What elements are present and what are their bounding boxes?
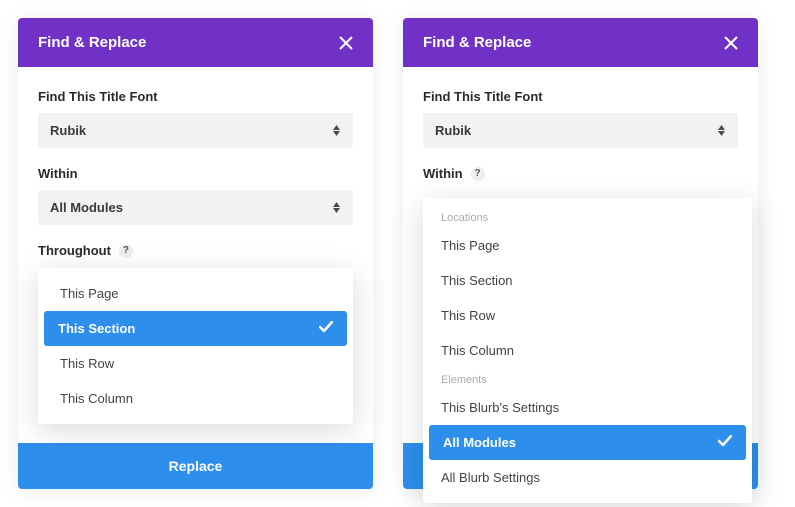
within-label: Within ? xyxy=(423,166,738,181)
within-group: Within ? xyxy=(423,166,738,181)
dropdown-item-this-row[interactable]: This Row xyxy=(38,346,353,381)
dropdown-group-locations: Locations xyxy=(423,206,752,228)
updown-icon xyxy=(716,125,726,136)
dropdown-item-this-page[interactable]: This Page xyxy=(423,228,752,263)
throughout-dropdown: This Page This Section This Row This Col… xyxy=(38,268,353,424)
dropdown-item-this-section[interactable]: This Section xyxy=(423,263,752,298)
find-font-label: Find This Title Font xyxy=(38,89,353,104)
updown-icon xyxy=(331,202,341,213)
within-value: All Modules xyxy=(50,200,123,215)
close-icon[interactable] xyxy=(724,36,738,50)
panel-header: Find & Replace xyxy=(403,18,758,67)
help-icon[interactable]: ? xyxy=(119,244,133,258)
dropdown-item-this-column[interactable]: This Column xyxy=(38,381,353,416)
check-icon xyxy=(319,321,333,336)
find-replace-panel-right: Find & Replace Find This Title Font Rubi… xyxy=(403,18,758,489)
find-font-label: Find This Title Font xyxy=(423,89,738,104)
dropdown-item-all-modules[interactable]: All Modules xyxy=(429,425,746,460)
dropdown-item-this-section[interactable]: This Section xyxy=(44,311,347,346)
find-font-group: Find This Title Font Rubik xyxy=(38,89,353,148)
panel-header: Find & Replace xyxy=(18,18,373,67)
dropdown-item-blurbs-settings[interactable]: This Blurb's Settings xyxy=(423,390,752,425)
find-font-select[interactable]: Rubik xyxy=(38,113,353,148)
throughout-group: Throughout ? xyxy=(38,243,353,258)
find-font-value: Rubik xyxy=(435,123,471,138)
dropdown-item-this-page[interactable]: This Page xyxy=(38,276,353,311)
find-font-group: Find This Title Font Rubik xyxy=(423,89,738,148)
within-select[interactable]: All Modules xyxy=(38,190,353,225)
panel-title: Find & Replace xyxy=(38,34,146,51)
dropdown-item-all-blurb-settings[interactable]: All Blurb Settings xyxy=(423,460,752,495)
throughout-label: Throughout ? xyxy=(38,243,353,258)
replace-button[interactable]: Replace xyxy=(18,443,373,489)
find-replace-panel-left: Find & Replace Find This Title Font Rubi… xyxy=(18,18,373,489)
help-icon[interactable]: ? xyxy=(471,167,485,181)
within-label: Within xyxy=(38,166,353,181)
panel-title: Find & Replace xyxy=(423,34,531,51)
close-icon[interactable] xyxy=(339,36,353,50)
within-dropdown: Locations This Page This Section This Ro… xyxy=(423,198,752,503)
within-group: Within All Modules xyxy=(38,166,353,225)
find-font-select[interactable]: Rubik xyxy=(423,113,738,148)
panel-body: Find This Title Font Rubik Within ? xyxy=(403,67,758,209)
find-font-value: Rubik xyxy=(50,123,86,138)
dropdown-item-this-row[interactable]: This Row xyxy=(423,298,752,333)
check-icon xyxy=(718,435,732,450)
dropdown-item-this-column[interactable]: This Column xyxy=(423,333,752,368)
dropdown-group-elements: Elements xyxy=(423,368,752,390)
updown-icon xyxy=(331,125,341,136)
